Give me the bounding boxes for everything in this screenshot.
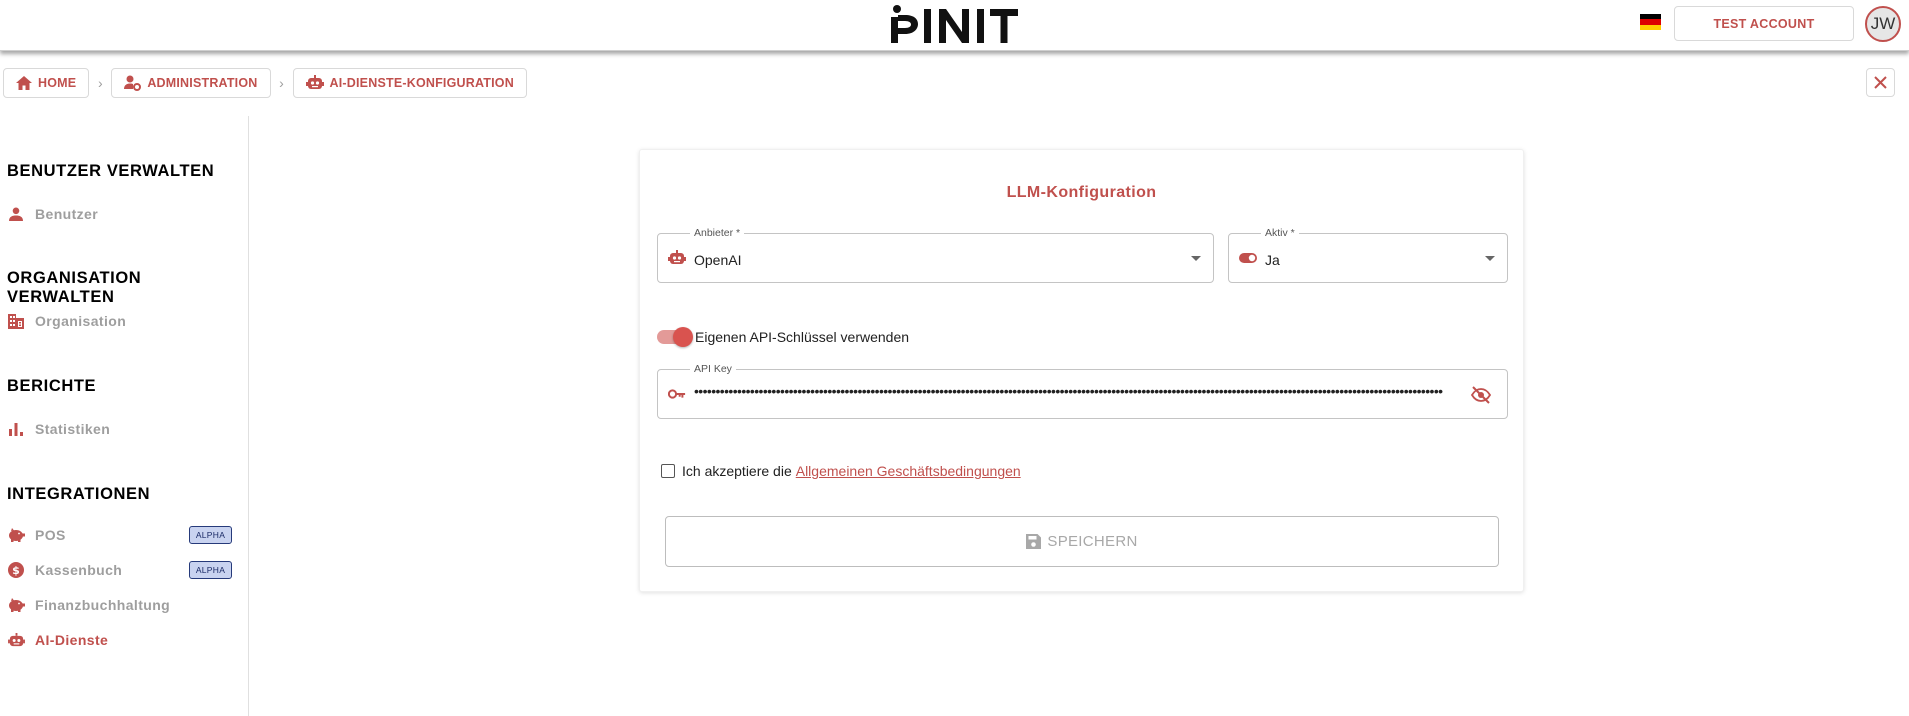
api-key-label: API Key <box>690 363 736 375</box>
chevron-right-icon: › <box>97 75 103 91</box>
section-title-integrations: INTEGRATIONEN <box>7 485 151 503</box>
breadcrumb-ai-services[interactable]: AI-DIENSTE-KONFIGURATION <box>292 68 527 98</box>
sidebar-item-finanzbuchhaltung[interactable]: Finanzbuchhaltung <box>7 594 235 616</box>
llm-config-card: LLM-Konfiguration Anbieter * OpenAI Akti… <box>639 149 1524 592</box>
chevron-right-icon: › <box>279 75 284 91</box>
dollar-circle-icon: $ <box>7 561 25 579</box>
robot-icon <box>305 75 324 89</box>
sidebar-item-pos[interactable]: POS ALPHA <box>7 524 235 546</box>
robot-icon <box>7 631 25 649</box>
home-icon <box>16 76 32 90</box>
section-title-users: BENUTZER VERWALTEN <box>7 162 215 180</box>
sidebar-item-kassenbuch[interactable]: $ Kassenbuch ALPHA <box>7 559 235 581</box>
breadcrumb-administration-label: ADMINISTRATION <box>147 76 258 90</box>
toggle-icon <box>1239 249 1257 267</box>
active-select[interactable]: Aktiv * Ja <box>1228 227 1508 283</box>
building-icon <box>7 312 25 330</box>
section-title-organisation: ORGANISATION VERWALTEN <box>7 269 142 306</box>
sidebar-item-label: Benutzer <box>35 206 99 222</box>
section-title-reports: BERICHTE <box>7 377 97 395</box>
provider-select[interactable]: Anbieter * OpenAI <box>657 227 1214 283</box>
save-button[interactable]: SPEICHERN <box>665 516 1499 567</box>
svg-text:$: $ <box>12 564 20 577</box>
top-bar: TEST ACCOUNT JW <box>0 0 1909 51</box>
api-key-input[interactable]: ••••••••••••••••••••••••••••••••••••••••… <box>694 383 1444 399</box>
robot-icon <box>668 249 686 267</box>
terms-row: Ich akzeptiere die Allgemeinen Geschäfts… <box>661 461 1021 481</box>
sidebar: BENUTZER VERWALTEN Benutzer ORGANISATION… <box>0 116 249 716</box>
sidebar-item-label: POS <box>35 527 66 543</box>
test-account-button[interactable]: TEST ACCOUNT <box>1674 6 1854 41</box>
alpha-badge: ALPHA <box>189 526 232 544</box>
save-label: SPEICHERN <box>1047 533 1138 550</box>
visibility-off-icon[interactable] <box>1471 385 1491 405</box>
german-flag-icon[interactable] <box>1640 14 1661 30</box>
bar-chart-icon <box>7 420 25 438</box>
sidebar-item-benutzer[interactable]: Benutzer <box>7 203 235 225</box>
api-key-field[interactable]: API Key ••••••••••••••••••••••••••••••••… <box>657 363 1508 419</box>
sidebar-item-label: Statistiken <box>35 421 111 437</box>
own-api-key-label: Eigenen API-Schlüssel verwenden <box>695 329 910 345</box>
close-icon <box>1874 76 1887 89</box>
terms-checkbox[interactable] <box>661 464 675 478</box>
sidebar-item-label: AI-Dienste <box>35 632 109 648</box>
switch-knob <box>673 327 693 347</box>
alpha-badge: ALPHA <box>189 561 232 579</box>
sidebar-item-label: Organisation <box>35 313 127 329</box>
breadcrumb-home[interactable]: HOME <box>3 68 90 98</box>
breadcrumb-ai-services-label: AI-DIENSTE-KONFIGURATION <box>329 76 514 90</box>
active-label: Aktiv * <box>1261 227 1299 239</box>
sidebar-item-ai-dienste[interactable]: AI-Dienste <box>7 629 235 651</box>
key-icon <box>668 385 686 403</box>
piggy-bank-icon <box>7 596 25 614</box>
active-value: Ja <box>1265 252 1280 268</box>
sidebar-item-statistiken[interactable]: Statistiken <box>7 418 235 440</box>
piggy-bank-icon <box>7 526 25 544</box>
person-icon <box>7 205 25 223</box>
own-api-key-switch[interactable] <box>657 327 693 347</box>
sidebar-item-label: Finanzbuchhaltung <box>35 597 171 613</box>
terms-link[interactable]: Allgemeinen Geschäftsbedingungen <box>796 463 1021 479</box>
breadcrumb: HOME › ADMINISTRATION › AI-DIENSTE-KONFI… <box>3 68 527 98</box>
terms-prefix: Ich akzeptiere die <box>682 463 792 479</box>
breadcrumb-home-label: HOME <box>38 76 77 90</box>
provider-label: Anbieter * <box>690 227 745 239</box>
breadcrumb-administration[interactable]: ADMINISTRATION <box>111 68 271 98</box>
sidebar-item-organisation[interactable]: Organisation <box>7 310 235 332</box>
dropdown-arrow-icon[interactable] <box>1191 256 1201 261</box>
card-title: LLM-Konfiguration <box>1006 184 1157 201</box>
save-icon <box>1026 534 1042 549</box>
dropdown-arrow-icon[interactable] <box>1485 256 1495 261</box>
sidebar-item-label: Kassenbuch <box>35 562 123 578</box>
own-api-key-toggle-row[interactable]: Eigenen API-Schlüssel verwenden <box>657 325 909 349</box>
pinit-logo[interactable] <box>889 3 1019 47</box>
provider-value: OpenAI <box>694 252 742 268</box>
admin-icon <box>124 75 142 91</box>
close-button[interactable] <box>1866 68 1895 97</box>
avatar[interactable]: JW <box>1865 6 1901 42</box>
